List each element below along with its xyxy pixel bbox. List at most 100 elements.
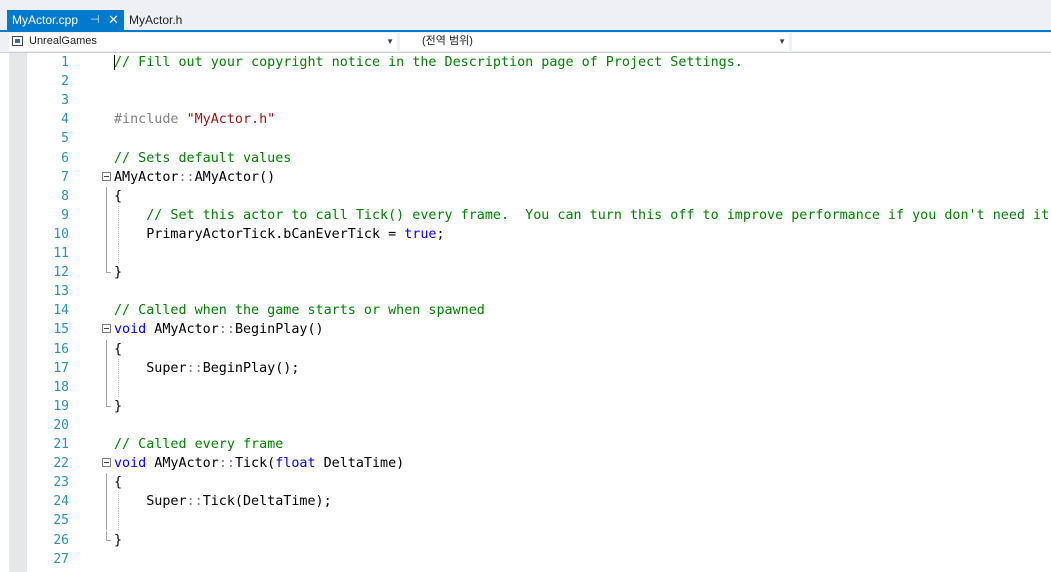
pin-icon[interactable]: ⊣	[90, 10, 100, 30]
code-line[interactable]: 13	[0, 282, 1051, 301]
code-line[interactable]: 8{	[0, 186, 1051, 206]
navigation-bar: UnrealGames ▼ (전역 범위) ▼	[0, 32, 1051, 53]
line-number: 26	[53, 532, 69, 548]
outline-margin	[100, 511, 114, 531]
outline-margin	[100, 282, 114, 301]
code-line[interactable]: 14 // Called when the game starts or when…	[0, 301, 1051, 320]
code-text: // Called every frame	[114, 435, 283, 454]
outline-margin	[100, 263, 114, 282]
code-token-scope: ::	[186, 494, 203, 510]
code-line[interactable]: 12}	[0, 263, 1051, 282]
outline-margin	[100, 129, 114, 148]
outline-margin	[100, 339, 114, 359]
line-number: 8	[61, 188, 69, 204]
code-line[interactable]: 2	[0, 72, 1051, 91]
code-text: void AMyActor::BeginPlay()	[114, 320, 324, 339]
outline-margin	[100, 416, 114, 435]
line-number: 22	[53, 456, 69, 472]
code-line[interactable]: 23 {	[0, 473, 1051, 493]
code-token-plain: AMyActor	[146, 322, 219, 338]
code-token-plain: DeltaTime)	[315, 456, 405, 472]
line-number: 12	[53, 265, 69, 281]
code-line[interactable]: 20	[0, 416, 1051, 435]
scope-dropdown-label: (전역 범위)	[422, 35, 473, 47]
code-line[interactable]: 6 // Sets default values	[0, 149, 1051, 168]
code-token-keyword: float	[275, 456, 316, 472]
outline-margin	[100, 358, 114, 378]
line-number: 13	[53, 284, 69, 300]
outline-margin	[100, 53, 114, 72]
code-line[interactable]: 25	[0, 511, 1051, 531]
code-line[interactable]: 7 AMyActor::AMyActor()	[0, 168, 1051, 187]
outline-guide	[106, 492, 107, 512]
outline-guide	[106, 377, 107, 397]
outline-margin	[100, 320, 114, 339]
code-token-plain: {	[114, 341, 123, 357]
code-text: // Fill out your copyright notice in the…	[114, 53, 743, 72]
collapse-icon[interactable]	[102, 324, 111, 334]
tab-myactor-h[interactable]: MyActor.h	[124, 10, 188, 30]
line-number: 1	[61, 55, 69, 70]
code-line[interactable]: 24 Super::Tick(DeltaTime);	[0, 492, 1051, 512]
project-dropdown[interactable]: UnrealGames ▼	[9, 33, 397, 51]
code-line[interactable]: 16 {	[0, 339, 1051, 359]
code-line[interactable]: 10 PrimaryActorTick.bCanEverTick = true;	[0, 224, 1051, 244]
code-line[interactable]: 27	[0, 550, 1051, 569]
code-token-plain: Super	[114, 360, 187, 376]
line-number: 11	[53, 246, 69, 261]
code-line[interactable]: 1 // Fill out your copyright notice in th…	[0, 53, 1051, 72]
outline-guide	[106, 339, 107, 359]
outline-guide	[106, 473, 107, 493]
line-number: 24	[53, 494, 69, 510]
line-number: 18	[53, 379, 69, 395]
code-text: AMyActor::AMyActor()	[114, 168, 275, 187]
line-number: 17	[53, 360, 69, 376]
code-line[interactable]: 15 void AMyActor::BeginPlay()	[0, 320, 1051, 339]
code-line[interactable]: 17 Super::BeginPlay();	[0, 358, 1051, 378]
code-token-comment: // Set this actor to call Tick() every f…	[146, 207, 1051, 223]
code-token-plain: AMyActor	[146, 456, 219, 472]
code-line[interactable]: 19}	[0, 396, 1051, 416]
outline-margin	[100, 301, 114, 320]
outline-margin	[100, 186, 114, 206]
code-token-comment: // Fill out your copyright notice in the…	[114, 55, 743, 70]
outline-margin	[100, 377, 114, 397]
line-number: 6	[61, 150, 69, 166]
outline-margin	[100, 110, 114, 129]
dropdown-arrow-icon: ▼	[386, 37, 394, 46]
line-number: 9	[61, 207, 69, 223]
collapse-icon[interactable]	[102, 458, 111, 468]
code-token-keyword: void	[114, 456, 147, 472]
code-editor[interactable]: 1 // Fill out your copyright notice in th…	[0, 53, 1051, 572]
code-token-comment: // Sets default values	[114, 150, 292, 166]
code-line[interactable]: 21 // Called every frame	[0, 435, 1051, 454]
tab-myactor-cpp[interactable]: MyActor.cpp ⊣ ✕	[7, 10, 124, 30]
code-line[interactable]: 5	[0, 129, 1051, 148]
code-line[interactable]: 26}	[0, 530, 1051, 550]
project-icon	[12, 36, 23, 46]
indent-guide	[118, 511, 119, 531]
code-token-plain: BeginPlay()	[234, 322, 324, 338]
code-line[interactable]: 9 // Set this actor to call Tick() every…	[0, 205, 1051, 225]
outline-guide	[106, 244, 107, 263]
code-line[interactable]: 18	[0, 377, 1051, 397]
indent-guide	[118, 244, 119, 263]
indent-guide	[118, 377, 119, 397]
member-dropdown[interactable]	[792, 33, 1051, 51]
outline-margin	[100, 435, 114, 454]
code-text: // Sets default values	[114, 149, 291, 168]
outline-guide	[106, 358, 107, 378]
code-line[interactable]: 3	[0, 91, 1051, 110]
outline-guide-end	[106, 396, 111, 407]
code-line[interactable]: 4 #include "MyActor.h"	[0, 110, 1051, 129]
line-number: 21	[53, 437, 69, 452]
code-line[interactable]: 11	[0, 244, 1051, 263]
outline-margin	[100, 550, 114, 569]
collapse-icon[interactable]	[102, 171, 111, 181]
scope-dropdown[interactable]: (전역 범위) ▼	[400, 33, 789, 51]
code-text: #include "MyActor.h"	[114, 110, 275, 129]
code-line[interactable]: 22 void AMyActor::Tick(float DeltaTime)	[0, 454, 1051, 473]
code-text: Super::Tick(DeltaTime);	[114, 492, 331, 511]
close-icon[interactable]: ✕	[108, 10, 119, 30]
code-token-plain: AMyActor()	[194, 169, 276, 185]
